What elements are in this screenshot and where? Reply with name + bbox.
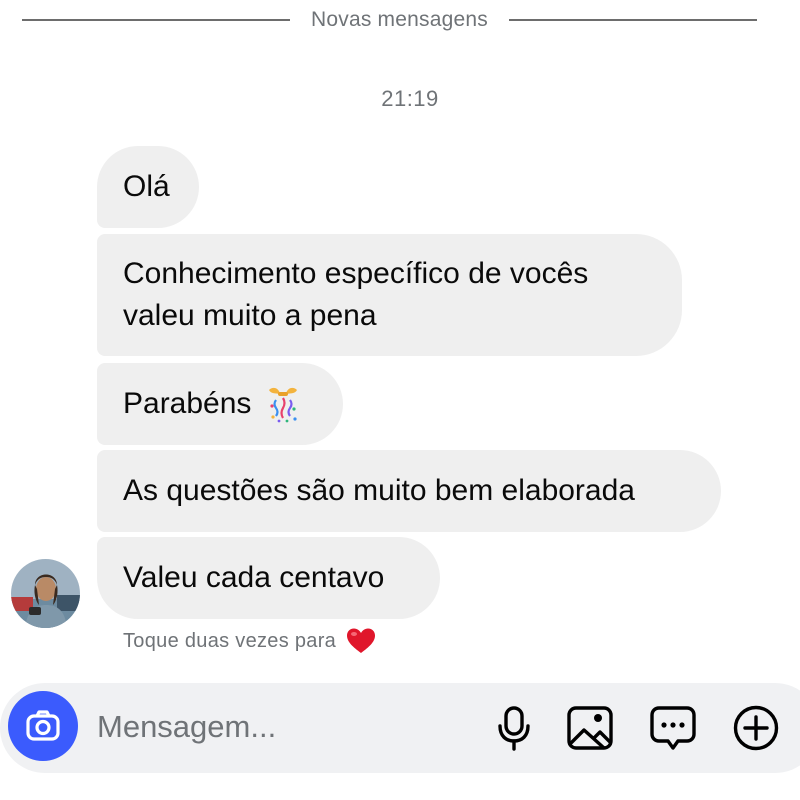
double-tap-hint: Toque duas vezes para xyxy=(123,626,376,656)
message-composer xyxy=(0,683,800,773)
message-timestamp: 21:19 xyxy=(381,86,439,111)
message-text: Valeu cada centavo xyxy=(123,561,385,594)
message-bubble[interactable]: Conhecimento específico de vocês valeu m… xyxy=(97,234,682,356)
message-text: Olá xyxy=(123,170,170,203)
hint-text: Toque duas vezes para xyxy=(123,629,337,652)
message-bubble[interactable]: Valeu cada centavo xyxy=(97,537,440,619)
new-messages-label: Novas mensagens xyxy=(311,8,488,31)
microphone-icon[interactable] xyxy=(490,704,538,752)
message-text: As questões são muito bem elaborada xyxy=(123,474,635,507)
new-messages-divider: Novas mensagens xyxy=(22,6,800,34)
avatar-photo xyxy=(11,559,80,628)
gallery-icon[interactable] xyxy=(566,704,614,752)
confetti-icon xyxy=(269,387,298,423)
divider-line-right xyxy=(508,19,757,21)
sender-avatar[interactable] xyxy=(11,559,80,628)
message-input[interactable] xyxy=(97,705,457,749)
camera-button[interactable] xyxy=(8,691,78,761)
divider-line-left xyxy=(22,19,290,21)
plus-icon[interactable] xyxy=(732,704,780,752)
heart-icon xyxy=(347,628,376,653)
message-text: Conhecimento específico de vocês valeu m… xyxy=(123,257,589,332)
message-text: Parabéns xyxy=(123,387,252,420)
camera-icon xyxy=(26,710,60,741)
message-bubble[interactable]: As questões são muito bem elaborada xyxy=(97,450,721,532)
message-bubble[interactable]: Olá xyxy=(97,146,199,228)
sticker-icon[interactable] xyxy=(649,704,697,752)
message-bubble[interactable]: Parabéns xyxy=(97,363,343,445)
chat-screen: Novas mensagens 21:19 Olá Conhecimento e… xyxy=(0,0,800,800)
